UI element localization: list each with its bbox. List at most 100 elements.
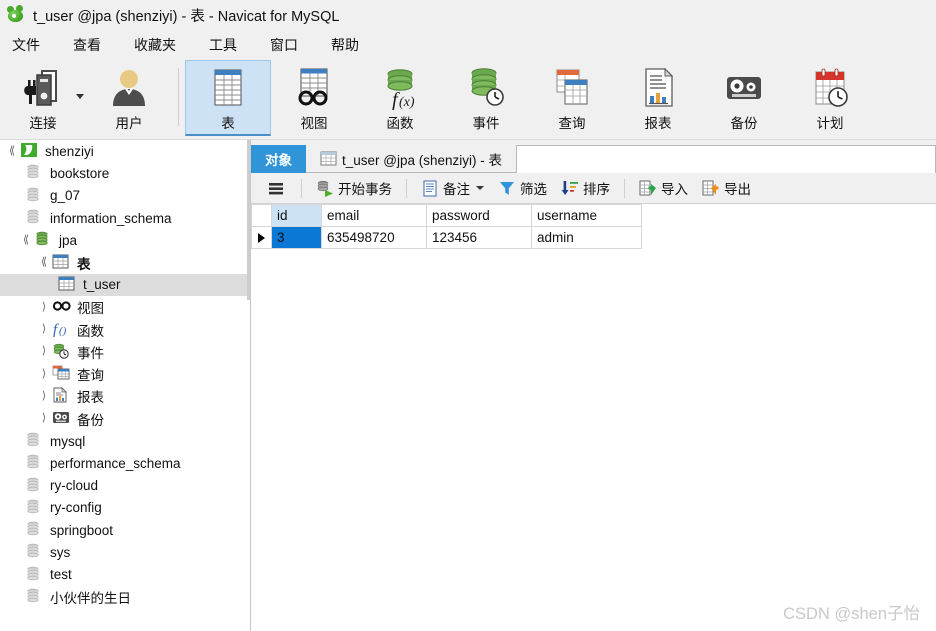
toolbar-label-schedule: 计划: [816, 116, 844, 131]
sidebar-item-ry-cloud[interactable]: ry-cloud: [0, 474, 250, 496]
toolbar-button-query[interactable]: 查询: [529, 60, 615, 136]
hamburger-icon: [267, 180, 285, 197]
note-label: 备注: [443, 182, 470, 197]
navigation-sidebar[interactable]: ⟪ shenziyi bookstore g_07 information_sc…: [0, 140, 251, 631]
chevron-right-icon[interactable]: ⟩: [36, 413, 52, 424]
toolbar-button-event[interactable]: 事件: [443, 60, 529, 136]
sidebar-item-shenziyi[interactable]: ⟪ shenziyi: [0, 140, 250, 162]
navicat-logo-icon: [6, 5, 26, 25]
toolbar-label-event: 事件: [472, 116, 500, 131]
toolbar-button-schedule[interactable]: 计划: [787, 60, 873, 136]
report-icon: [632, 66, 684, 110]
report-icon: [52, 387, 72, 405]
import-button[interactable]: 导入: [632, 176, 695, 201]
menu-window[interactable]: 窗口: [270, 32, 311, 58]
sidebar-label: g_07: [50, 188, 81, 204]
menu-tools[interactable]: 工具: [209, 32, 250, 58]
menu-favorites[interactable]: 收藏夹: [134, 32, 189, 58]
grid-column-header-password[interactable]: password: [426, 204, 532, 227]
sidebar-item-queries[interactable]: ⟩ 查询: [0, 363, 250, 385]
sidebar-item-tables-folder[interactable]: ⟪ 表: [0, 251, 250, 273]
grid-cell-id[interactable]: 3: [271, 226, 322, 249]
menu-view[interactable]: 查看: [73, 32, 114, 58]
filter-button[interactable]: 筛选: [491, 176, 554, 201]
database-gray-icon: [25, 454, 45, 472]
tab-objects[interactable]: 对象: [251, 145, 306, 173]
sidebar-item-bookstore[interactable]: bookstore: [0, 162, 250, 184]
toolbar-separator: [178, 68, 179, 126]
chevron-right-icon[interactable]: ⟩: [36, 368, 52, 380]
note-button[interactable]: 备注: [414, 176, 491, 201]
toolbar-button-user[interactable]: 用户: [86, 60, 172, 136]
sidebar-label: 报表: [77, 390, 104, 406]
table-folder-icon: [52, 254, 72, 272]
toolbar-button-backup[interactable]: 备份: [701, 60, 787, 136]
sidebar-item-mysql[interactable]: mysql: [0, 430, 250, 452]
toolbar-button-table[interactable]: 表: [185, 60, 271, 136]
menu-help[interactable]: 帮助: [331, 32, 372, 58]
import-label: 导入: [661, 182, 688, 197]
export-button[interactable]: 导出: [695, 176, 758, 201]
chevron-down-icon[interactable]: ⟪: [4, 145, 20, 157]
sidebar-scrollbar-thumb[interactable]: [247, 140, 250, 300]
sidebar-item-test[interactable]: test: [0, 564, 250, 586]
data-grid[interactable]: id email password username 3 635498720 1…: [251, 204, 936, 631]
sidebar-item-sys[interactable]: sys: [0, 541, 250, 563]
sidebar-item-t-user[interactable]: t_user: [0, 273, 250, 297]
sidebar-label: shenziyi: [45, 143, 94, 159]
sidebar-item-g07[interactable]: g_07: [0, 185, 250, 207]
sidebar-scrollbar[interactable]: [247, 140, 250, 631]
sidebar-item-jpa[interactable]: ⟪ jpa: [0, 229, 250, 251]
sort-button[interactable]: 排序: [554, 176, 617, 201]
toolbar-label-report: 报表: [644, 116, 672, 131]
grid-column-header-email[interactable]: email: [321, 204, 427, 227]
toolbar-button-connection[interactable]: 连接: [0, 60, 86, 136]
toolbar-button-view[interactable]: 视图: [271, 60, 357, 136]
grid-cell-username[interactable]: admin: [531, 226, 642, 249]
sidebar-item-springboot[interactable]: springboot: [0, 519, 250, 541]
toolbar-button-function[interactable]: f (x) 函数: [357, 60, 443, 136]
view-icon: [52, 298, 72, 316]
chevron-right-icon[interactable]: ⟩: [36, 301, 52, 313]
chevron-down-icon[interactable]: ⟪: [18, 234, 34, 246]
sidebar-item-views[interactable]: ⟩ 视图: [0, 296, 250, 318]
function-icon: f (): [52, 321, 72, 339]
grid-menu-button[interactable]: [265, 176, 287, 201]
chevron-down-icon[interactable]: [76, 94, 84, 99]
backup-icon: [718, 66, 770, 110]
tab-empty-area: [516, 145, 936, 173]
database-gray-icon: [25, 477, 45, 495]
sidebar-item-birthday-db[interactable]: 小伙伴的生日: [0, 586, 250, 608]
grid-cell-email[interactable]: 635498720: [321, 226, 427, 249]
grid-column-header-username[interactable]: username: [531, 204, 642, 227]
toolbar-button-report[interactable]: 报表: [615, 60, 701, 136]
database-gray-icon: [25, 164, 45, 182]
chevron-down-icon[interactable]: [476, 186, 484, 190]
chevron-right-icon[interactable]: ⟩: [36, 346, 52, 357]
sidebar-item-ry-config[interactable]: ry-config: [0, 497, 250, 519]
sidebar-item-information-schema[interactable]: information_schema: [0, 207, 250, 229]
grid-cell-password[interactable]: 123456: [426, 226, 532, 249]
grid-toolbar-separator: [624, 178, 625, 198]
sidebar-item-performance-schema[interactable]: performance_schema: [0, 452, 250, 474]
sidebar-item-backups[interactable]: ⟩ 备份: [0, 408, 250, 430]
grid-corner-cell[interactable]: [251, 204, 272, 227]
chevron-right-icon[interactable]: ⟩: [36, 324, 52, 335]
sidebar-item-functions[interactable]: ⟩ f () 函数: [0, 318, 250, 340]
sidebar-item-events[interactable]: ⟩ 事件: [0, 341, 250, 363]
chevron-down-icon[interactable]: ⟪: [36, 257, 52, 268]
grid-row-indicator[interactable]: [251, 226, 272, 249]
tab-objects-label: 对象: [265, 153, 292, 168]
grid-column-header-id[interactable]: id: [271, 204, 322, 227]
note-icon: [421, 179, 439, 197]
table-row[interactable]: 3 635498720 123456 admin: [251, 226, 642, 249]
sidebar-label: performance_schema: [50, 455, 181, 471]
sidebar-label: jpa: [59, 232, 78, 248]
toolbar-label-user: 用户: [115, 116, 143, 131]
chevron-right-icon[interactable]: ⟩: [36, 390, 52, 402]
menu-file[interactable]: 文件: [12, 32, 53, 58]
current-row-pointer-icon: [258, 233, 265, 244]
begin-transaction-button[interactable]: 开始事务: [309, 176, 399, 201]
sidebar-item-reports[interactable]: ⟩ 报表: [0, 385, 250, 407]
tab-t-user-table[interactable]: t_user @jpa (shenziyi) - 表: [306, 145, 517, 173]
